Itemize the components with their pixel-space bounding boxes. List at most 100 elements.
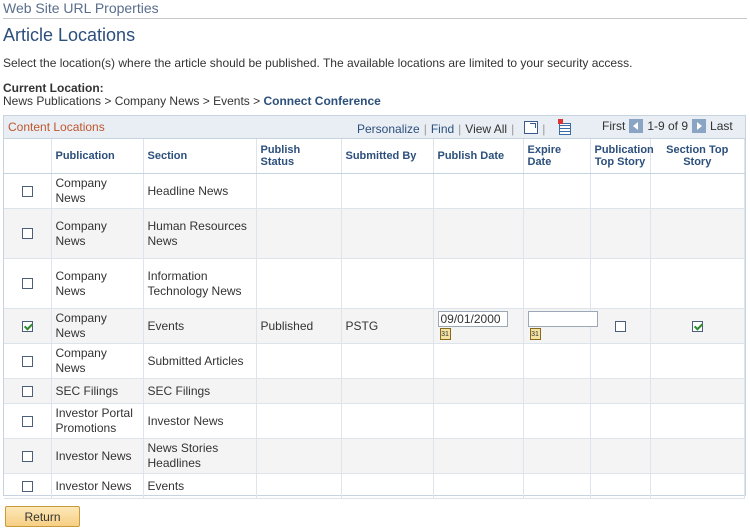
section-top-story-cell [650,173,745,209]
breadcrumb-current: Connect Conference [263,94,381,108]
submitted-by-cell [341,378,434,404]
table-header-row: Publication Section Publish Status Submi… [4,139,745,174]
section-cell: Investor News [143,403,257,439]
grid-pagination: First 1-9 of 9 Last [602,119,733,133]
row-select-cell [4,308,52,344]
col-publish-date[interactable]: Publish Date [433,139,524,174]
calendar-icon[interactable]: 31 [439,328,451,341]
row-select-checkbox[interactable] [21,278,33,290]
page-title: Article Locations [3,25,136,45]
col-expire-date[interactable]: Expire Date [523,139,591,174]
publish-status-cell [256,378,342,404]
section-top-story-cell [650,378,745,404]
publication-cell: Investor News [51,438,144,474]
publication-cell: Company News [51,343,144,379]
publish-date-cell [433,403,524,439]
publication-top-story-cell [590,173,651,209]
personalize-link[interactable]: Personalize [357,122,420,136]
col-section-top-story[interactable]: Section Top Story [650,139,745,174]
table-row: Company News Information Technology News [4,258,745,309]
publish-date-cell [433,378,524,404]
view-all-link[interactable]: View All [465,122,507,136]
row-select-cell [4,438,52,474]
col-publication-top-story[interactable]: Publication Top Story [590,139,654,174]
row-select-cell [4,473,52,499]
publish-status-cell [256,343,342,379]
table-row: Company News Headline News [4,173,745,209]
expire-date-cell [523,378,591,404]
row-select-checkbox[interactable] [21,385,33,397]
expire-date-cell [523,438,591,474]
calendar-icon[interactable]: 31 [529,328,541,341]
submitted-by-cell [341,473,434,499]
publication-top-story-cell [590,403,651,439]
col-publication[interactable]: Publication [51,139,144,174]
section-top-story-cell [650,308,745,344]
row-select-checkbox[interactable] [21,480,33,492]
next-page-arrow-icon[interactable] [692,119,707,133]
expire-date-cell [523,258,591,309]
row-select-cell [4,343,52,379]
publish-date-cell: 31 [433,308,524,344]
table-row: Company News Human Resources News [4,208,745,259]
section-top-story-cell [650,343,745,379]
publish-date-cell [433,438,524,474]
row-select-checkbox[interactable] [21,355,33,367]
publication-cell: Company News [51,308,144,344]
expire-date-cell: 31 [523,308,598,344]
breadcrumb: News Publications > Company News > Event… [3,94,381,108]
submitted-by-cell [341,438,434,474]
last-label: Last [710,119,733,133]
row-select-checkbox[interactable] [21,415,33,427]
section-top-story-cell [650,208,745,259]
publish-status-cell [256,438,342,474]
row-select-cell [4,173,52,209]
submitted-by-cell: PSTG [341,308,434,344]
find-link[interactable]: Find [431,122,454,136]
section-cell: Events [143,308,257,344]
row-select-cell [4,208,52,259]
zoom-grid-icon[interactable] [524,121,539,134]
publish-status-cell [256,258,342,309]
submitted-by-cell [341,403,434,439]
publication-cell: SEC Filings [51,378,144,404]
publication-cell: Company News [51,173,144,209]
grid-header-bar: Content Locations Personalize | Find | View … [4,116,745,139]
row-select-checkbox[interactable] [21,185,33,197]
publication-top-story-cell [590,258,651,309]
expire-date-cell [523,403,591,439]
grid-tools: Personalize | Find | View All | | [357,119,572,136]
publish-status-cell: Published [256,308,342,344]
publication-top-story-cell [590,308,651,344]
row-select-cell [4,403,52,439]
row-select-cell [4,378,52,404]
publication-cell: Investor News [51,473,144,499]
col-publish-status[interactable]: Publish Status [256,139,342,174]
first-page-arrow-icon[interactable] [629,119,644,133]
section-top-story-cell [650,473,745,499]
submitted-by-cell [341,208,434,259]
row-select-checkbox[interactable] [21,450,33,462]
first-label: First [602,119,626,133]
row-select-checkbox[interactable] [21,228,33,240]
publication-top-story-checkbox[interactable] [614,320,626,332]
return-button[interactable]: Return [5,506,80,527]
col-section[interactable]: Section [143,139,257,174]
section-cell: News Stories Headlines [143,438,257,474]
submitted-by-cell [341,173,434,209]
publish-status-cell [256,208,342,259]
row-select-checkbox[interactable] [21,320,33,332]
publication-top-story-cell [590,438,651,474]
col-submitted-by[interactable]: Submitted By [341,139,434,174]
publish-date-input[interactable] [437,310,508,327]
download-to-excel-icon[interactable] [558,119,572,135]
table-row: Investor Portal Promotions Investor News [4,403,745,439]
publication-top-story-cell [590,343,651,379]
row-range: 1-9 of 9 [647,119,689,133]
section-top-story-checkbox[interactable] [691,320,703,332]
publication-cell: Company News [51,208,144,259]
section-cell: Human Resources News [143,208,257,259]
table-row: Company News Submitted Articles [4,343,745,379]
expire-date-cell [523,208,591,259]
expire-date-input[interactable] [527,310,598,327]
